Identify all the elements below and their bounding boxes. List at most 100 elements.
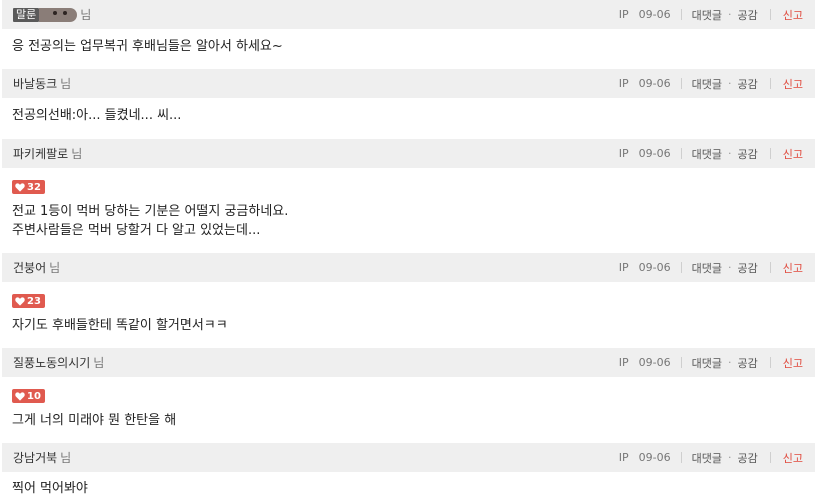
comment-author[interactable]: 강남거북 님	[13, 443, 71, 472]
dot-separator: ·	[728, 261, 732, 274]
comment-text: 그게 너의 미래야 뭔 한탄을 해	[12, 411, 176, 430]
comment-meta: IP 09-06 대댓글 · 공감 신고	[619, 139, 803, 168]
report-button[interactable]: 신고	[783, 76, 803, 92]
report-button[interactable]: 신고	[783, 146, 803, 162]
report-button[interactable]: 신고	[783, 7, 803, 23]
comment-header: 바날동크 님 IP 09-06 대댓글 · 공감 신고	[2, 69, 815, 98]
comment-date: 09-06	[638, 261, 671, 274]
author-suffix: 님	[80, 8, 92, 22]
ip-label: IP	[618, 77, 629, 90]
ip-label: IP	[618, 356, 629, 369]
comment-header: 말룬 님 IP 09-06 대댓글 · 공감 신고	[2, 0, 815, 29]
like-count: 32	[27, 181, 41, 193]
comment-header: 강남거북 님 IP 09-06 대댓글 · 공감 신고	[2, 443, 815, 472]
comment-author[interactable]: 바날동크 님	[13, 69, 71, 98]
ip-label: IP	[618, 8, 629, 21]
comment-line: 자기도 후배들한테 똑같이 할거면서ㅋㅋ	[12, 318, 228, 333]
divider	[680, 357, 682, 368]
dot-separator: ·	[728, 451, 732, 464]
comment-author[interactable]: 말룬 님	[13, 0, 91, 29]
author-suffix: 님	[93, 356, 105, 370]
like-button[interactable]: 공감	[738, 260, 758, 276]
divider	[680, 78, 682, 89]
reply-button[interactable]: 대댓글	[692, 450, 722, 466]
nickname-image: 말룬	[13, 7, 40, 22]
like-button[interactable]: 공감	[738, 450, 758, 466]
heart-icon	[15, 182, 25, 192]
like-count-badge: 32	[12, 180, 45, 194]
like-count: 10	[27, 390, 41, 402]
comment-text: 자기도 후배들한테 똑같이 할거면서ㅋㅋ	[12, 316, 228, 335]
ip-label: IP	[618, 261, 629, 274]
like-button[interactable]: 공감	[738, 7, 758, 23]
reply-button[interactable]: 대댓글	[692, 260, 722, 276]
author-name[interactable]: 질풍노동의시기	[13, 354, 90, 371]
divider	[680, 9, 682, 20]
comment-text: 전공의선배:아... 들켰네... 씨...	[12, 106, 181, 125]
comment-line: 전교 1등이 먹버 당하는 기분은 어떨지 궁금하네요.	[12, 204, 289, 219]
ip-label: IP	[618, 451, 629, 464]
divider	[769, 262, 771, 273]
divider	[769, 357, 771, 368]
dot-separator: ·	[728, 8, 732, 21]
author-name[interactable]: 강남거북	[13, 449, 57, 466]
dot-separator: ·	[728, 356, 732, 369]
author-name[interactable]: 바날동크	[13, 75, 57, 92]
comment-meta: IP 09-06 대댓글 · 공감 신고	[619, 253, 803, 282]
author-suffix: 님	[49, 261, 61, 275]
like-count-badge: 10	[12, 389, 45, 403]
heart-icon	[15, 296, 25, 306]
reply-button[interactable]: 대댓글	[692, 76, 722, 92]
author-name[interactable]: 건붕어	[13, 259, 46, 276]
like-count-badge: 23	[12, 294, 45, 308]
comment-date: 09-06	[638, 147, 671, 160]
comment-date: 09-06	[638, 77, 671, 90]
divider	[769, 9, 771, 20]
comment-date: 09-06	[638, 356, 671, 369]
comment-line: 그게 너의 미래야 뭔 한탄을 해	[12, 413, 177, 428]
like-button[interactable]: 공감	[738, 146, 758, 162]
author-name[interactable]: 파키케팔로	[13, 145, 68, 162]
divider	[769, 452, 771, 463]
author-suffix: 님	[71, 147, 83, 161]
author-suffix: 님	[60, 77, 72, 91]
report-button[interactable]: 신고	[783, 450, 803, 466]
avatar-face-icon	[39, 7, 78, 22]
comment-line: 찍어 먹어봐야	[12, 481, 88, 496]
divider	[769, 78, 771, 89]
comment-header: 파키케팔로 님 IP 09-06 대댓글 · 공감 신고	[2, 139, 815, 168]
comment-meta: IP 09-06 대댓글 · 공감 신고	[619, 0, 803, 29]
like-button[interactable]: 공감	[738, 355, 758, 371]
divider	[680, 148, 682, 159]
comment-text: 전교 1등이 먹버 당하는 기분은 어떨지 궁금하네요. 주변사람들은 먹버 당…	[12, 202, 288, 240]
comment-date: 09-06	[638, 8, 671, 21]
report-button[interactable]: 신고	[783, 260, 803, 276]
like-count: 23	[27, 295, 41, 307]
comment-header: 질풍노동의시기 님 IP 09-06 대댓글 · 공감 신고	[2, 348, 815, 377]
comment-meta: IP 09-06 대댓글 · 공감 신고	[619, 69, 803, 98]
comment-text: 응 전공의는 업무복귀 후배님들은 알아서 하세요~	[12, 37, 283, 56]
comment-author[interactable]: 건붕어 님	[13, 253, 60, 282]
dot-separator: ·	[728, 147, 732, 160]
reply-button[interactable]: 대댓글	[692, 7, 722, 23]
comment-line: 주변사람들은 먹버 당할거 다 알고 있었는데...	[12, 223, 261, 238]
comment-text: 찍어 먹어봐야	[12, 479, 88, 498]
report-button[interactable]: 신고	[783, 355, 803, 371]
comment-date: 09-06	[638, 451, 671, 464]
dot-separator: ·	[728, 77, 732, 90]
reply-button[interactable]: 대댓글	[692, 355, 722, 371]
divider	[769, 148, 771, 159]
divider	[680, 262, 682, 273]
comment-meta: IP 09-06 대댓글 · 공감 신고	[619, 348, 803, 377]
comment-line: 응 전공의는 업무복귀 후배님들은 알아서 하세요~	[12, 39, 283, 54]
divider	[680, 452, 682, 463]
author-suffix: 님	[60, 451, 72, 465]
reply-button[interactable]: 대댓글	[692, 146, 722, 162]
ip-label: IP	[618, 147, 629, 160]
comment-author[interactable]: 질풍노동의시기 님	[13, 348, 104, 377]
comment-header: 건붕어 님 IP 09-06 대댓글 · 공감 신고	[2, 253, 815, 282]
comment-meta: IP 09-06 대댓글 · 공감 신고	[619, 443, 803, 472]
avatar[interactable]: 말룬	[13, 7, 78, 22]
like-button[interactable]: 공감	[738, 76, 758, 92]
comment-author[interactable]: 파키케팔로 님	[13, 139, 82, 168]
